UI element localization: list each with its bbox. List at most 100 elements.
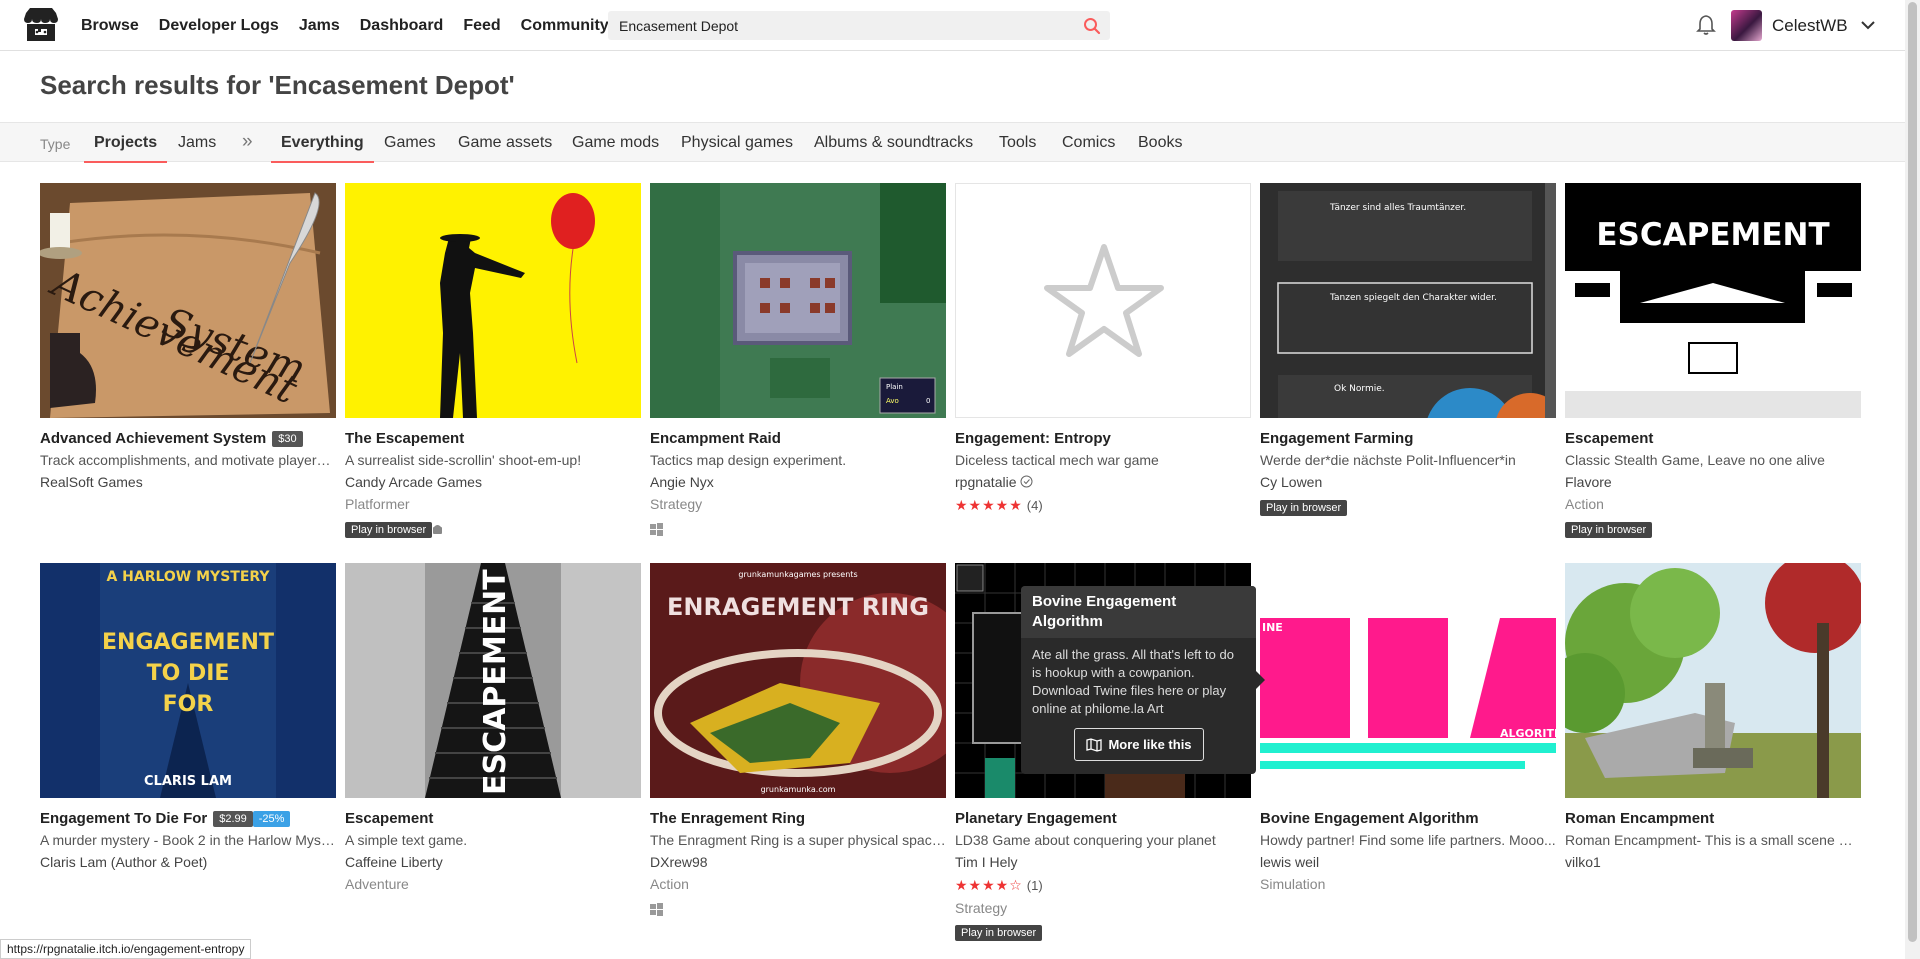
chevron-down-icon[interactable] xyxy=(1860,17,1876,33)
game-thumbnail[interactable]: ESCAPEMENT xyxy=(345,563,641,798)
game-author[interactable]: Angie Nyx xyxy=(650,474,714,490)
android-icon xyxy=(433,525,442,534)
filter-games[interactable]: Games xyxy=(384,134,436,152)
game-description: Werde der*die nächste Polit-Influencer*i… xyxy=(1260,452,1516,468)
game-description: Roman Encampment- This is a small scene … xyxy=(1565,832,1861,848)
game-title[interactable]: Encampment Raid xyxy=(650,430,781,447)
nav-feed[interactable]: Feed xyxy=(463,17,500,35)
game-author[interactable]: lewis weil xyxy=(1260,854,1319,870)
game-author[interactable]: Caffeine Liberty xyxy=(345,854,443,870)
game-genre: Strategy xyxy=(955,900,1008,916)
filter-comics[interactable]: Comics xyxy=(1062,134,1115,152)
thumb-dialogue-1: Tänzer sind alles Traumtänzer. xyxy=(1329,203,1466,213)
game-description: A simple text game. xyxy=(345,832,468,848)
vertical-scrollbar[interactable] xyxy=(1905,0,1920,959)
thumb-title-text: ESCAPEMENT xyxy=(1596,217,1829,253)
game-title[interactable]: Engagement Farming xyxy=(1260,430,1413,447)
game-tooltip: Bovine Engagement Algorithm Ate all the … xyxy=(1021,586,1265,774)
nav-dashboard[interactable]: Dashboard xyxy=(360,17,444,35)
nav-developer-logs[interactable]: Developer Logs xyxy=(159,17,279,35)
itchio-logo-icon[interactable] xyxy=(22,7,60,43)
game-title[interactable]: Roman Encampment xyxy=(1565,810,1714,827)
game-genre: Action xyxy=(650,876,689,892)
game-thumbnail[interactable]: Achievement System xyxy=(40,183,336,418)
author-name[interactable]: rpgnatalie xyxy=(955,474,1017,490)
game-author[interactable]: Tim I Hely xyxy=(955,854,1017,870)
game-thumbnail[interactable] xyxy=(345,183,641,418)
thumb-presents-text: grunkamunkagames presents xyxy=(738,570,857,579)
separator-icon: » xyxy=(242,131,253,152)
game-title[interactable]: The Enragement Ring xyxy=(650,810,805,827)
game-author[interactable]: Flavore xyxy=(1565,474,1612,490)
game-description: The Enragment Ring is a super physical s… xyxy=(650,832,946,848)
tooltip-body: Ate all the grass. All that's left to do… xyxy=(1032,647,1234,716)
game-thumbnail[interactable] xyxy=(955,183,1251,418)
search-input[interactable]: Encasement Depot xyxy=(608,11,1110,40)
game-title[interactable]: Engagement: Entropy xyxy=(955,430,1111,447)
search-value[interactable]: Encasement Depot xyxy=(619,18,738,34)
filter-tools[interactable]: Tools xyxy=(999,134,1036,152)
username[interactable]: CelestWB xyxy=(1772,16,1848,36)
type-label: Type xyxy=(40,136,71,152)
game-thumbnail[interactable]: Tänzer sind alles Traumtänzer. Tanzen sp… xyxy=(1260,183,1556,418)
filter-game-mods[interactable]: Game mods xyxy=(572,134,659,152)
filter-everything[interactable]: Everything xyxy=(271,134,374,163)
game-author[interactable]: Cy Lowen xyxy=(1260,474,1322,490)
star-rating: ★★★★★ (4) xyxy=(955,497,1043,514)
nav-community[interactable]: Community xyxy=(521,17,609,35)
nav-jams[interactable]: Jams xyxy=(299,17,340,35)
game-title[interactable]: Advanced Achievement System xyxy=(40,430,266,447)
user-avatar[interactable] xyxy=(1731,10,1762,41)
page-title: Search results for 'Encasement Depot' xyxy=(40,70,515,100)
game-title[interactable]: Bovine Engagement Algorithm xyxy=(1260,810,1479,827)
thumb-dialogue-3: Ok Normie. xyxy=(1334,384,1385,394)
verified-icon xyxy=(1020,475,1033,488)
game-genre: Simulation xyxy=(1260,876,1326,892)
roman-scene-image xyxy=(1565,563,1861,798)
game-author[interactable]: vilko1 xyxy=(1565,854,1601,870)
game-thumbnail[interactable]: Plain Avo 0 xyxy=(650,183,946,418)
game-genre: Action xyxy=(1565,496,1604,512)
more-like-this-button[interactable]: More like this xyxy=(1074,728,1204,761)
game-author[interactable]: Claris Lam (Author & Poet) xyxy=(40,854,207,870)
game-title[interactable]: The Escapement xyxy=(345,430,464,447)
game-thumbnail[interactable]: INE ENGAGEMENT ALGORITH xyxy=(1260,563,1556,798)
discount-badge: -25% xyxy=(252,810,291,827)
play-in-browser-badge: Play in browser xyxy=(345,522,433,538)
game-genre: Adventure xyxy=(345,876,409,892)
filter-physical-games[interactable]: Physical games xyxy=(681,134,793,152)
scrollbar-thumb[interactable] xyxy=(1908,2,1917,942)
play-in-browser-badge: Play in browser xyxy=(955,925,1043,941)
more-like-this-label[interactable]: More like this xyxy=(1108,737,1191,752)
game-thumbnail[interactable]: ESCAPEMENT xyxy=(1565,183,1861,418)
windows-icon xyxy=(650,523,663,536)
game-genre: Strategy xyxy=(650,496,703,512)
filter-projects[interactable]: Projects xyxy=(83,134,168,163)
game-thumbnail[interactable]: A HARLOW MYSTERY ENGAGEMENT TO DIE FOR C… xyxy=(40,563,336,798)
filter-jams[interactable]: Jams xyxy=(178,134,216,152)
nav-browse[interactable]: Browse xyxy=(81,17,139,35)
filter-books[interactable]: Books xyxy=(1138,134,1182,152)
price-badge: $30 xyxy=(272,430,303,447)
game-thumbnail[interactable]: grunkamunkagames presents ENRAGEMENT RIN… xyxy=(650,563,946,798)
game-description: Diceless tactical mech war game xyxy=(955,452,1159,468)
game-author[interactable]: RealSoft Games xyxy=(40,474,143,490)
placeholder-star-icon xyxy=(956,184,1250,417)
game-description: A murder mystery - Book 2 in the Harlow … xyxy=(40,832,336,848)
notification-bell-icon[interactable] xyxy=(1696,14,1716,36)
game-author[interactable]: rpgnatalie xyxy=(955,474,1033,490)
game-title[interactable]: Escapement xyxy=(345,810,433,827)
game-title[interactable]: Escapement xyxy=(1565,430,1653,447)
game-title[interactable]: Planetary Engagement xyxy=(955,810,1117,827)
main-nav: Browse Developer Logs Jams Dashboard Fee… xyxy=(81,0,609,51)
game-author[interactable]: DXrew98 xyxy=(650,854,708,870)
filter-bar: Type Projects Jams » Everything Games Ga… xyxy=(0,122,1920,163)
game-title[interactable]: Engagement To Die For xyxy=(40,810,207,827)
game-description: LD38 Game about conquering your planet xyxy=(955,832,1216,848)
game-thumbnail[interactable] xyxy=(1565,563,1861,798)
search-icon[interactable] xyxy=(1082,16,1102,36)
filter-game-assets[interactable]: Game assets xyxy=(458,134,552,152)
filter-albums-soundtracks[interactable]: Albums & soundtracks xyxy=(814,134,973,152)
price-badge: $2.99 xyxy=(213,810,253,827)
game-author[interactable]: Candy Arcade Games xyxy=(345,474,482,490)
